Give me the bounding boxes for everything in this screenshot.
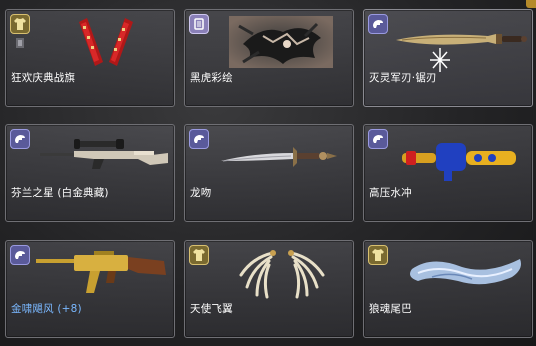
item-card-7[interactable]: 金啸飓风 (+8) bbox=[5, 240, 175, 338]
item-name: 灭灵军刃·锯刃 bbox=[369, 72, 437, 84]
item-name: 狂欢庆典战旗 bbox=[11, 72, 76, 84]
item-card-5[interactable]: 龙吻 bbox=[184, 124, 354, 222]
item-name: 狼魂尾巴 bbox=[369, 303, 412, 315]
item-name: 金啸飓风 (+8) bbox=[11, 303, 82, 315]
inventory-grid: 狂欢庆典战旗 黑虎彩绘 灭灵军刃·锯刃 芬兰之星 (白金典藏) 龙吻 高压水冲 … bbox=[0, 0, 536, 346]
weapon-badge-icon bbox=[10, 245, 30, 265]
clothing-badge-icon bbox=[189, 245, 209, 265]
tail-icon bbox=[410, 259, 521, 285]
dagger-icon bbox=[396, 34, 527, 72]
banner-icon bbox=[79, 18, 133, 66]
secondary-badge-icon bbox=[16, 38, 24, 48]
weapon-badge-icon bbox=[189, 129, 209, 149]
item-card-4[interactable]: 芬兰之星 (白金典藏) bbox=[5, 124, 175, 222]
item-name: 芬兰之星 (白金典藏) bbox=[11, 187, 109, 199]
sniper-rifle-icon bbox=[40, 139, 168, 169]
item-card-1[interactable]: 狂欢庆典战旗 bbox=[5, 9, 175, 107]
clothing-badge-icon bbox=[10, 14, 30, 34]
item-name: 龙吻 bbox=[190, 187, 212, 199]
item-card-6[interactable]: 高压水冲 bbox=[363, 124, 533, 222]
item-card-3[interactable]: 灭灵军刃·锯刃 bbox=[363, 9, 533, 107]
spray-icon bbox=[229, 16, 333, 68]
scroll-handle[interactable] bbox=[526, 0, 536, 8]
item-card-9[interactable]: 狼魂尾巴 bbox=[363, 240, 533, 338]
weapon-badge-icon bbox=[368, 14, 388, 34]
item-card-8[interactable]: 天使飞翼 bbox=[184, 240, 354, 338]
rifle-icon bbox=[36, 251, 166, 293]
spray-badge-icon bbox=[189, 14, 209, 34]
weapon-badge-icon bbox=[368, 129, 388, 149]
clothing-badge-icon bbox=[368, 245, 388, 265]
wings-icon bbox=[239, 250, 325, 299]
water-gun-icon bbox=[402, 143, 516, 181]
item-card-2[interactable]: 黑虎彩绘 bbox=[184, 9, 354, 107]
item-name: 黑虎彩绘 bbox=[190, 72, 233, 84]
item-name: 天使飞翼 bbox=[190, 303, 233, 315]
weapon-badge-icon bbox=[10, 129, 30, 149]
sword-icon bbox=[221, 147, 337, 167]
item-name: 高压水冲 bbox=[369, 187, 412, 199]
